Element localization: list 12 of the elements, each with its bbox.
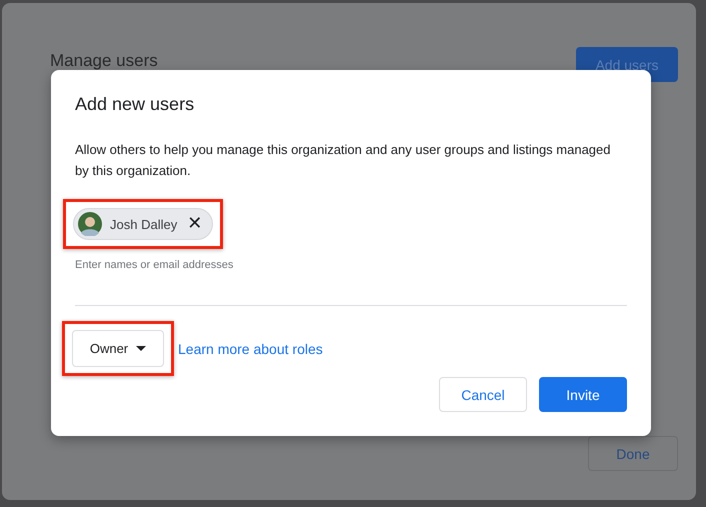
remove-button[interactable]: ✕ (185, 215, 204, 233)
invite-button[interactable]: Invite (539, 377, 627, 412)
user-name: Josh Dalley (110, 216, 178, 232)
caret-icon (136, 346, 146, 351)
helper-text: Enter names or email addresses (75, 259, 234, 271)
description: Allow others to help you manage this organization and any user groups and listings managed by this organization. (75, 141, 612, 180)
avatar-icon (78, 212, 102, 236)
dialog-title: Add new users (75, 94, 196, 115)
role-dropdown[interactable]: Owner (72, 330, 164, 367)
cancel-button[interactable]: Cancel (439, 377, 527, 412)
page-title: Manage users (50, 51, 158, 71)
roles-link[interactable]: Learn more about roles (178, 340, 323, 356)
